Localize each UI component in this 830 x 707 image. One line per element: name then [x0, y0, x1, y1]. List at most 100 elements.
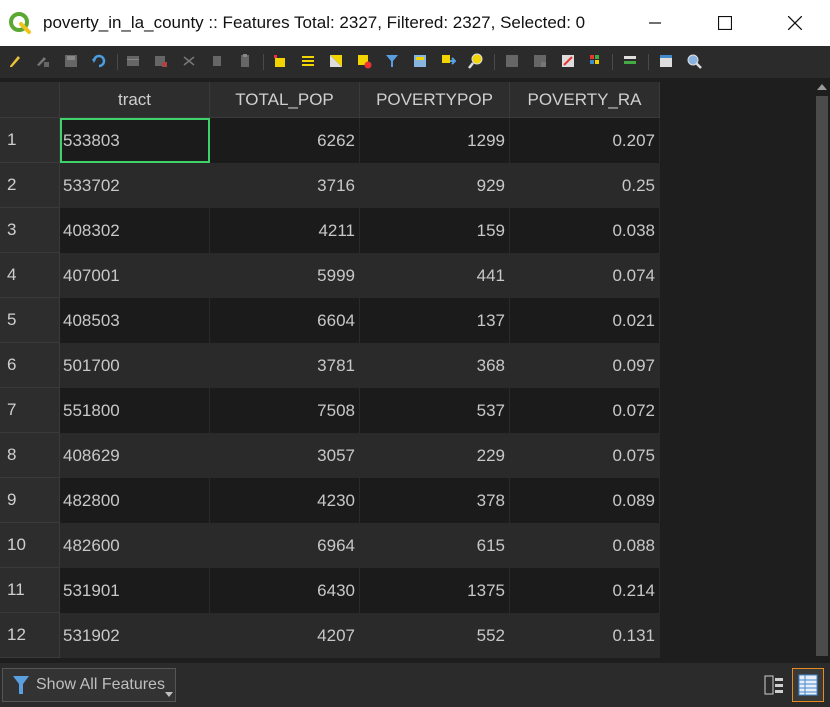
- cell-poverty-ra[interactable]: 0.089: [510, 478, 660, 523]
- row-header[interactable]: 3: [0, 208, 60, 253]
- cell-poverty-ra[interactable]: 0.021: [510, 298, 660, 343]
- cell-poverty-ra[interactable]: 0.038: [510, 208, 660, 253]
- conditional-formatting-icon[interactable]: [588, 53, 604, 69]
- copy-icon[interactable]: [209, 53, 225, 69]
- cell-tract[interactable]: 501700: [60, 343, 210, 388]
- delete-feature-icon[interactable]: [153, 53, 169, 69]
- cell-total-pop[interactable]: 6964: [210, 523, 360, 568]
- cell-povertypop[interactable]: 368: [360, 343, 510, 388]
- select-by-expression-icon[interactable]: [272, 53, 288, 69]
- cell-povertypop[interactable]: 615: [360, 523, 510, 568]
- delete-field-icon[interactable]: [532, 53, 548, 69]
- cell-povertypop[interactable]: 229: [360, 433, 510, 478]
- row-header[interactable]: 12: [0, 613, 60, 658]
- row-header[interactable]: 1: [0, 118, 60, 163]
- vertical-scrollbar[interactable]: [814, 82, 830, 663]
- reload-icon[interactable]: [91, 53, 107, 69]
- save-icon[interactable]: [63, 53, 79, 69]
- pan-to-selection-icon[interactable]: [440, 53, 456, 69]
- cell-poverty-ra[interactable]: 0.074: [510, 253, 660, 298]
- cell-tract[interactable]: 531902: [60, 613, 210, 658]
- cell-povertypop[interactable]: 159: [360, 208, 510, 253]
- show-all-features-button[interactable]: Show All Features: [2, 668, 176, 702]
- row-header[interactable]: 4: [0, 253, 60, 298]
- deselect-icon[interactable]: [356, 53, 372, 69]
- cell-povertypop[interactable]: 1375: [360, 568, 510, 613]
- cell-tract[interactable]: 533803: [60, 118, 210, 163]
- cell-poverty-ra[interactable]: 0.088: [510, 523, 660, 568]
- add-feature-icon[interactable]: [125, 53, 141, 69]
- cell-tract[interactable]: 408629: [60, 433, 210, 478]
- dock-icon[interactable]: [658, 53, 674, 69]
- invert-selection-icon[interactable]: [328, 53, 344, 69]
- cell-povertypop[interactable]: 552: [360, 613, 510, 658]
- column-header-tract[interactable]: tract: [60, 82, 210, 118]
- cell-total-pop[interactable]: 4230: [210, 478, 360, 523]
- cut-icon[interactable]: [181, 53, 197, 69]
- cell-poverty-ra[interactable]: 0.214: [510, 568, 660, 613]
- row-header[interactable]: 11: [0, 568, 60, 613]
- minimize-button[interactable]: [625, 0, 685, 46]
- row-header[interactable]: 2: [0, 163, 60, 208]
- scroll-thumb[interactable]: [816, 96, 828, 656]
- row-header[interactable]: 8: [0, 433, 60, 478]
- column-header-poverty-ra[interactable]: POVERTY_RA: [510, 82, 660, 118]
- cell-tract[interactable]: 407001: [60, 253, 210, 298]
- cell-tract[interactable]: 482800: [60, 478, 210, 523]
- close-button[interactable]: [765, 0, 825, 46]
- table-view-button[interactable]: [792, 668, 824, 702]
- form-view-button[interactable]: [758, 668, 790, 702]
- move-selection-top-icon[interactable]: [412, 53, 428, 69]
- cell-tract[interactable]: 408302: [60, 208, 210, 253]
- column-header-total-pop[interactable]: TOTAL_POP: [210, 82, 360, 118]
- row-header[interactable]: 6: [0, 343, 60, 388]
- cell-total-pop[interactable]: 3057: [210, 433, 360, 478]
- cell-povertypop[interactable]: 537: [360, 388, 510, 433]
- cell-total-pop[interactable]: 7508: [210, 388, 360, 433]
- zoom-icon[interactable]: [686, 53, 702, 69]
- cell-tract[interactable]: 482600: [60, 523, 210, 568]
- cell-tract[interactable]: 408503: [60, 298, 210, 343]
- row-header[interactable]: 9: [0, 478, 60, 523]
- cell-poverty-ra[interactable]: 0.072: [510, 388, 660, 433]
- cell-tract[interactable]: 531901: [60, 568, 210, 613]
- cell-poverty-ra[interactable]: 0.097: [510, 343, 660, 388]
- maximize-button[interactable]: [695, 0, 755, 46]
- cell-tract[interactable]: 533702: [60, 163, 210, 208]
- cell-povertypop[interactable]: 441: [360, 253, 510, 298]
- row-header[interactable]: 7: [0, 388, 60, 433]
- paste-icon[interactable]: [237, 53, 253, 69]
- filter-icon[interactable]: [384, 53, 400, 69]
- scroll-up-arrow-icon[interactable]: [817, 84, 827, 90]
- field-calculator-icon[interactable]: [560, 53, 576, 69]
- cell-povertypop[interactable]: 929: [360, 163, 510, 208]
- cell-povertypop[interactable]: 137: [360, 298, 510, 343]
- column-header-povertypop[interactable]: POVERTYPOP: [360, 82, 510, 118]
- cell-total-pop[interactable]: 5999: [210, 253, 360, 298]
- cell-total-pop[interactable]: 6604: [210, 298, 360, 343]
- cell-total-pop[interactable]: 6430: [210, 568, 360, 613]
- qgis-logo-icon: [9, 12, 31, 34]
- cell-poverty-ra[interactable]: 0.25: [510, 163, 660, 208]
- table-corner[interactable]: [0, 82, 60, 118]
- cell-total-pop[interactable]: 4207: [210, 613, 360, 658]
- cell-total-pop[interactable]: 4211: [210, 208, 360, 253]
- new-field-icon[interactable]: [504, 53, 520, 69]
- cell-poverty-ra[interactable]: 0.075: [510, 433, 660, 478]
- row-header[interactable]: 5: [0, 298, 60, 343]
- select-all-icon[interactable]: [300, 53, 316, 69]
- row-header[interactable]: 10: [0, 523, 60, 568]
- cell-tract[interactable]: 551800: [60, 388, 210, 433]
- attribute-toolbar: [0, 46, 830, 78]
- cell-total-pop[interactable]: 6262: [210, 118, 360, 163]
- cell-total-pop[interactable]: 3781: [210, 343, 360, 388]
- cell-povertypop[interactable]: 378: [360, 478, 510, 523]
- cell-poverty-ra[interactable]: 0.131: [510, 613, 660, 658]
- zoom-to-selection-icon[interactable]: [468, 53, 484, 69]
- multi-edit-icon[interactable]: [35, 53, 51, 69]
- cell-povertypop[interactable]: 1299: [360, 118, 510, 163]
- pencil-icon[interactable]: [7, 53, 23, 69]
- cell-total-pop[interactable]: 3716: [210, 163, 360, 208]
- actions-icon[interactable]: [622, 53, 638, 69]
- cell-poverty-ra[interactable]: 0.207: [510, 118, 660, 163]
